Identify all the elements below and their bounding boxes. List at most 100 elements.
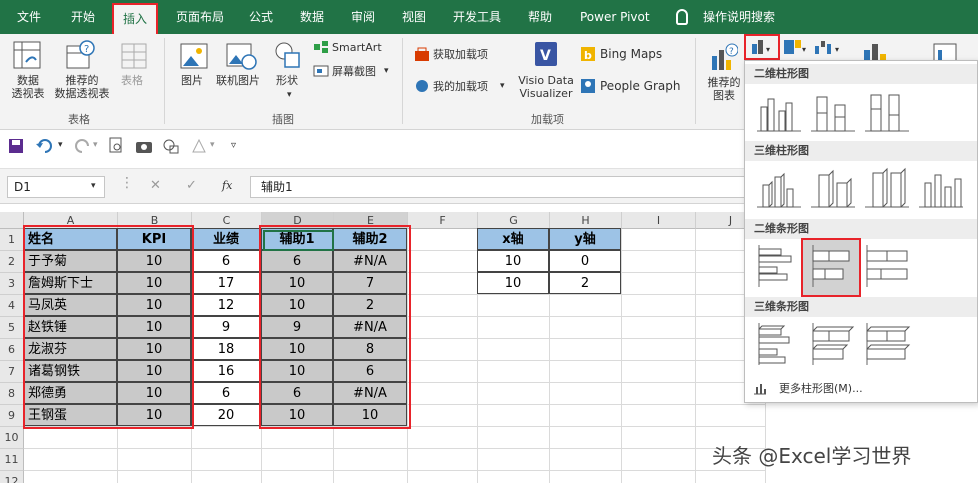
cell[interactable] — [550, 383, 622, 405]
cell[interactable] — [192, 449, 262, 471]
tab-data[interactable]: 数据 — [300, 0, 324, 34]
cell[interactable] — [622, 251, 696, 273]
3d-percent-stacked-bar-icon[interactable] — [863, 321, 911, 367]
table-cell[interactable]: 17 — [191, 272, 261, 294]
cell[interactable] — [408, 383, 478, 405]
row-header-6[interactable]: 6 — [0, 339, 24, 361]
shapes-dropdown-arrow[interactable]: ▾ — [287, 89, 292, 102]
cell[interactable] — [622, 361, 696, 383]
cell[interactable] — [478, 361, 550, 383]
cell[interactable] — [696, 405, 766, 427]
shape-tool-icon[interactable] — [162, 138, 180, 154]
clustered-bar-icon[interactable] — [755, 243, 803, 289]
cell[interactable] — [478, 427, 550, 449]
axis-cell[interactable]: 0 — [549, 250, 621, 272]
recommended-charts-button[interactable]: 推荐的 图表 — [704, 76, 744, 102]
touch-mode-icon[interactable] — [190, 138, 208, 154]
table-cell[interactable]: 16 — [191, 360, 261, 382]
tell-me-search[interactable]: 操作说明搜索 — [703, 0, 775, 34]
cell[interactable] — [24, 449, 118, 471]
column-header-g[interactable]: G — [478, 212, 550, 229]
insert-function-icon[interactable]: fx — [222, 179, 232, 192]
cell[interactable] — [24, 427, 118, 449]
cancel-icon[interactable]: ✕ — [150, 179, 161, 192]
row-header-9[interactable]: 9 — [0, 405, 24, 427]
table-button[interactable]: 表格 — [121, 74, 143, 87]
cell[interactable] — [478, 317, 550, 339]
table-cell[interactable]: 18 — [191, 338, 261, 360]
cell[interactable] — [118, 427, 192, 449]
cell[interactable] — [550, 339, 622, 361]
cell[interactable] — [622, 427, 696, 449]
table-cell[interactable]: 20 — [191, 404, 261, 426]
row-header-4[interactable]: 4 — [0, 295, 24, 317]
axis-header-cell[interactable]: x轴 — [477, 228, 549, 250]
cell[interactable] — [622, 405, 696, 427]
row-header-12[interactable]: 12 — [0, 471, 24, 483]
cell[interactable] — [478, 471, 550, 483]
online-picture-button[interactable]: 联机图片 — [216, 74, 260, 87]
3d-stacked-bar-icon[interactable] — [809, 321, 857, 367]
waterfall-chart-icon[interactable]: ▾ — [813, 38, 843, 58]
cell[interactable] — [408, 251, 478, 273]
cell[interactable] — [408, 427, 478, 449]
print-preview-icon[interactable] — [108, 137, 124, 155]
cell[interactable] — [478, 383, 550, 405]
enter-icon[interactable]: ✓ — [186, 179, 197, 192]
cell[interactable] — [622, 229, 696, 251]
tab-view[interactable]: 视图 — [402, 0, 426, 34]
save-icon[interactable] — [8, 138, 24, 154]
get-addins-button[interactable]: 获取加载项 — [433, 48, 488, 61]
cell[interactable] — [478, 295, 550, 317]
row-header-2[interactable]: 2 — [0, 251, 24, 273]
cell[interactable] — [334, 449, 408, 471]
cell[interactable] — [408, 273, 478, 295]
cell[interactable] — [622, 273, 696, 295]
cell[interactable] — [550, 471, 622, 483]
cell[interactable] — [118, 449, 192, 471]
redo-dropdown-arrow[interactable]: ▾ — [93, 139, 98, 152]
axis-cell[interactable]: 10 — [477, 272, 549, 294]
3d-clustered-bar-icon[interactable] — [755, 321, 803, 367]
cell[interactable] — [622, 383, 696, 405]
cell[interactable] — [478, 405, 550, 427]
table-cell[interactable]: 6 — [191, 382, 261, 404]
recommended-pivot-button[interactable]: 推荐的 数据透视表 — [52, 74, 112, 100]
column-header-c[interactable]: C — [192, 212, 262, 229]
cell[interactable] — [696, 471, 766, 483]
cell[interactable] — [550, 361, 622, 383]
cell[interactable] — [622, 449, 696, 471]
cell[interactable] — [262, 471, 334, 483]
bing-maps-button[interactable]: Bing Maps — [600, 48, 662, 61]
row-header-3[interactable]: 3 — [0, 273, 24, 295]
cell[interactable] — [478, 339, 550, 361]
column-header-f[interactable]: F — [408, 212, 478, 229]
cell[interactable] — [550, 295, 622, 317]
camera-icon[interactable] — [135, 138, 153, 154]
cell[interactable] — [622, 317, 696, 339]
cell[interactable] — [408, 339, 478, 361]
pivot-table-button[interactable]: 数据 透视表 — [8, 74, 48, 100]
cell[interactable] — [192, 427, 262, 449]
row-header-1[interactable]: 1 — [0, 229, 24, 251]
cell[interactable] — [192, 471, 262, 483]
cell[interactable] — [334, 427, 408, 449]
tab-developer[interactable]: 开发工具 — [453, 0, 501, 34]
table-cell[interactable]: 9 — [191, 316, 261, 338]
tab-insert[interactable]: 插入 — [112, 3, 159, 34]
redo-icon[interactable] — [70, 138, 92, 154]
tab-file[interactable]: 文件 — [17, 0, 41, 34]
cell[interactable] — [262, 427, 334, 449]
picture-button[interactable]: 图片 — [181, 74, 203, 87]
table-header-cell[interactable]: 业绩 — [191, 228, 261, 250]
smartart-button[interactable]: SmartArt — [332, 41, 382, 54]
3d-column-icon[interactable] — [917, 165, 965, 211]
my-addins-button[interactable]: 我的加载项 — [433, 80, 488, 93]
screenshot-dropdown-arrow[interactable]: ▾ — [384, 65, 389, 78]
3d-clustered-column-icon[interactable] — [755, 165, 803, 211]
touch-dropdown-arrow[interactable]: ▾ — [210, 139, 215, 152]
cell[interactable] — [408, 449, 478, 471]
table-cell[interactable]: 12 — [191, 294, 261, 316]
cell[interactable] — [262, 449, 334, 471]
cell[interactable] — [550, 405, 622, 427]
